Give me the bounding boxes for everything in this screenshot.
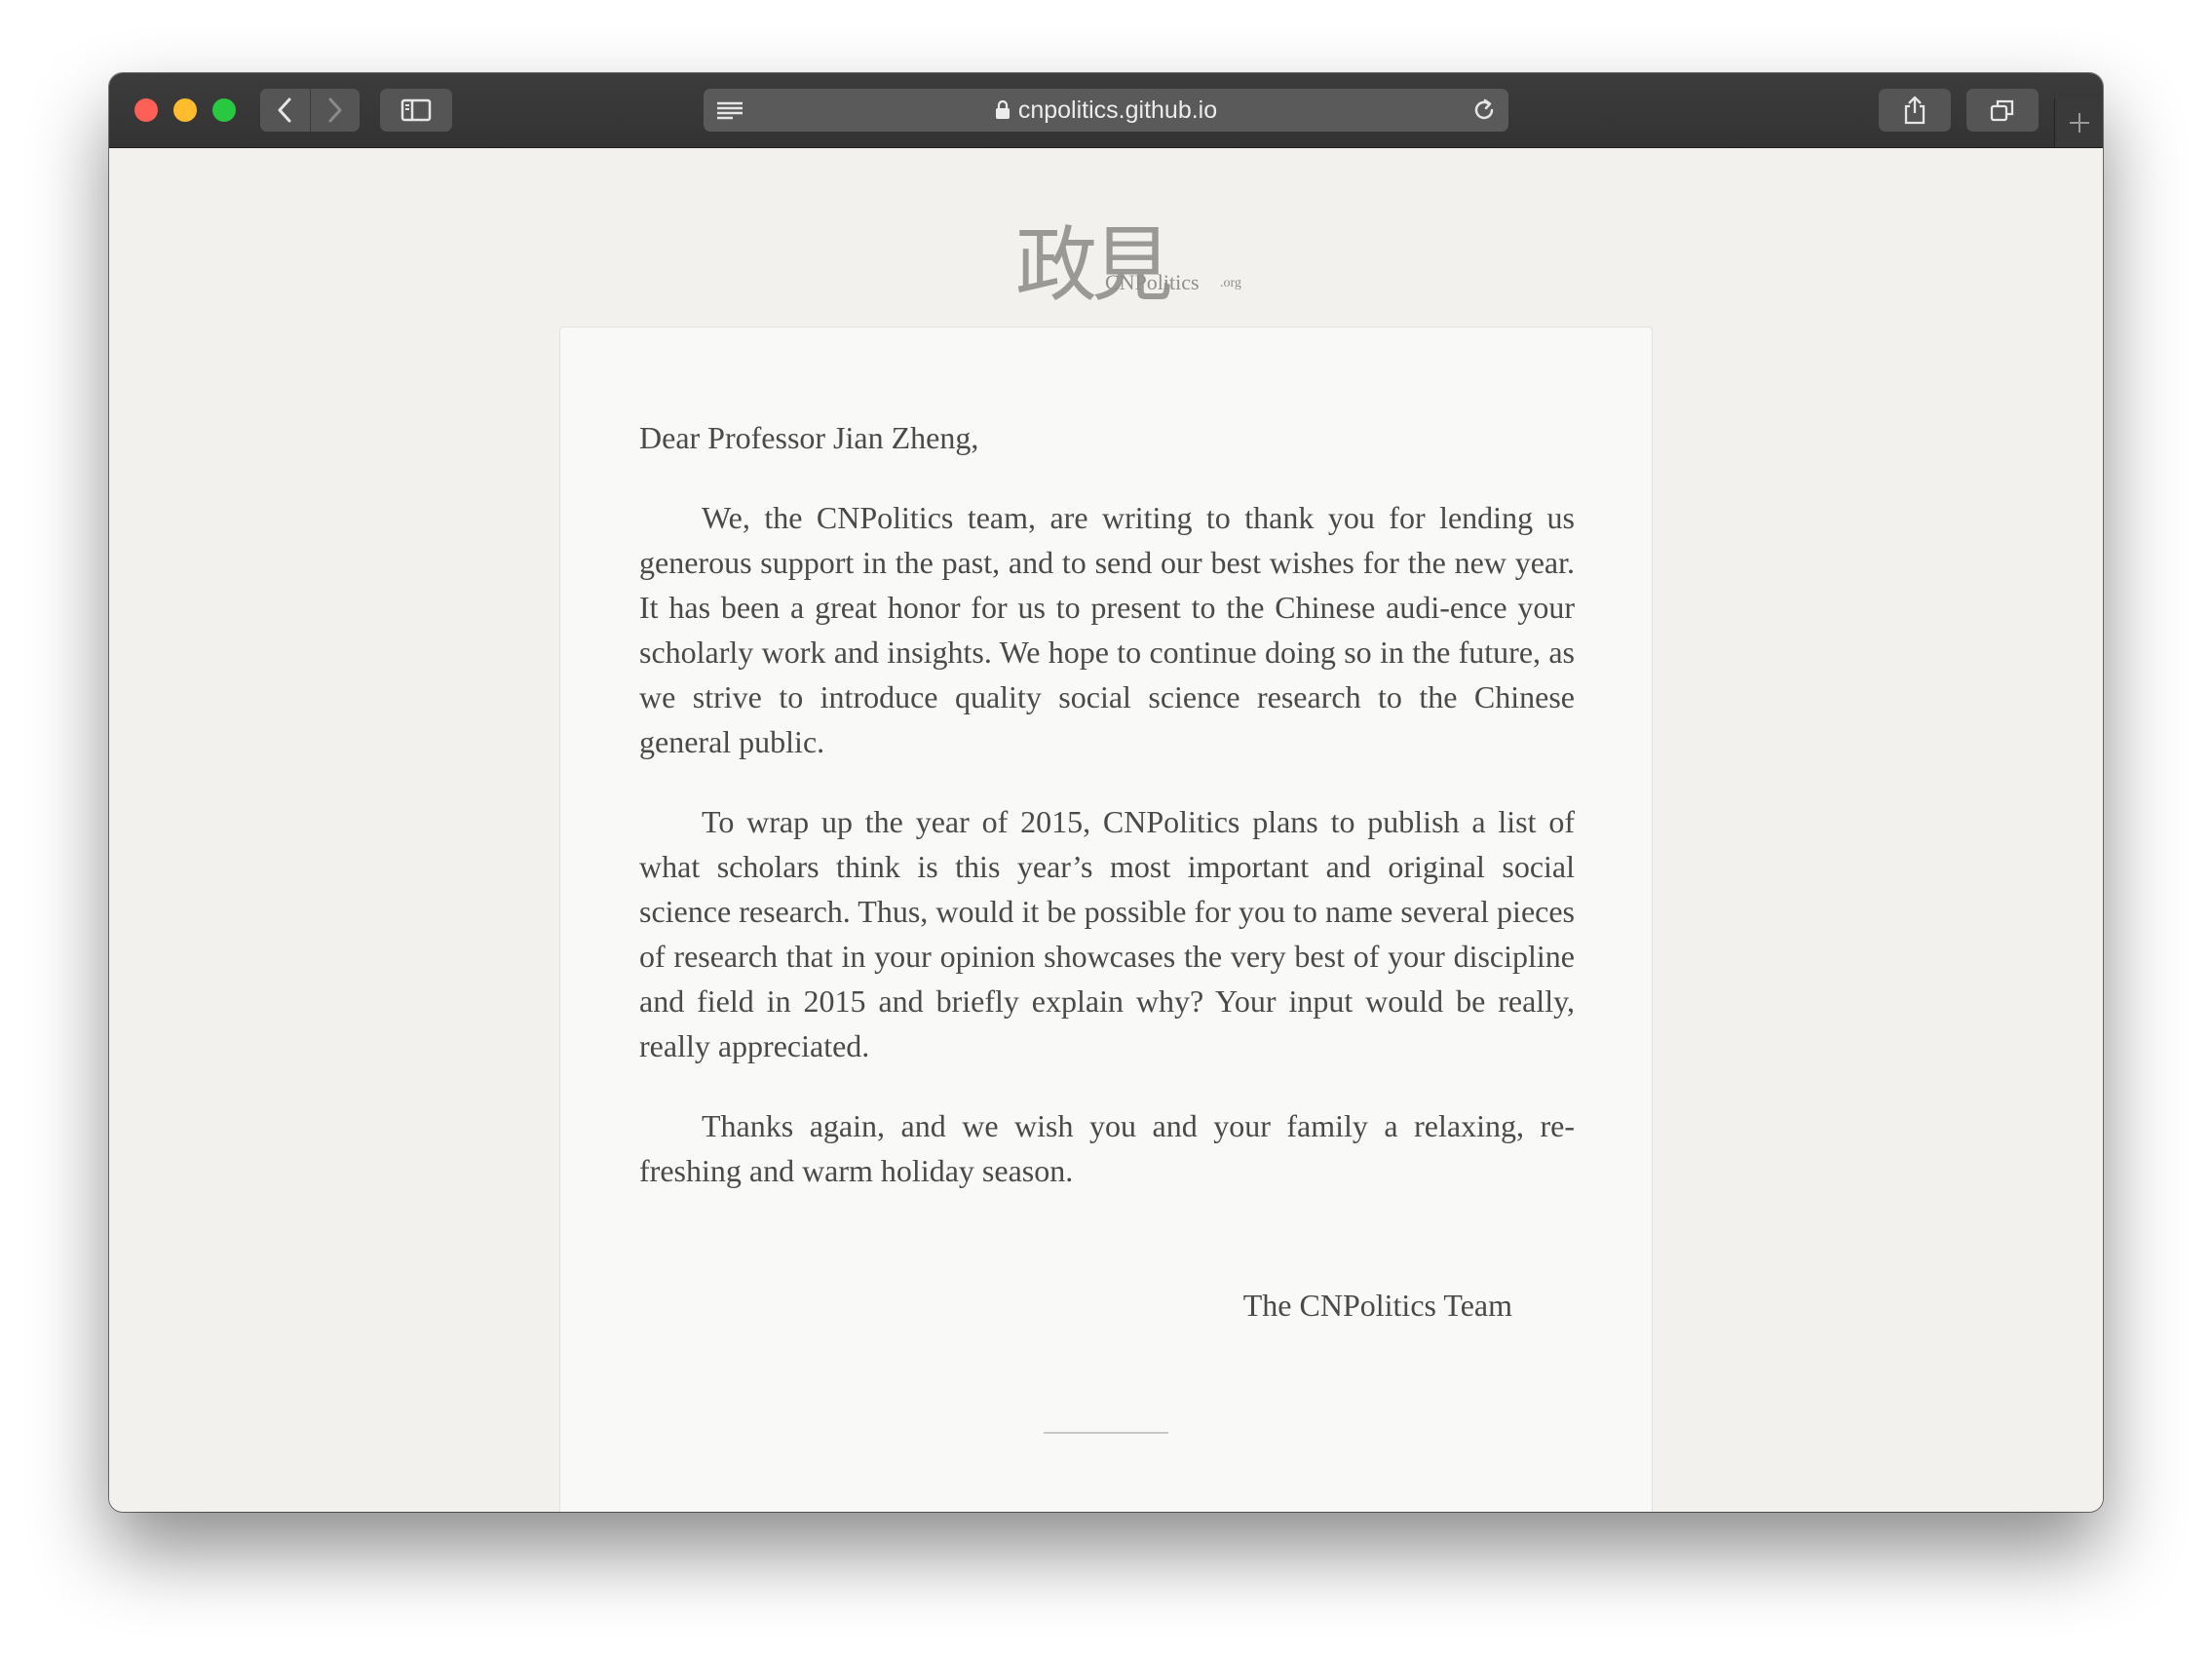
letter-paragraph: To wrap up the year of 2015, CNPolitics … [639, 804, 1575, 1063]
logo-chinese-text: 政見 [1015, 217, 1173, 313]
browser-window: cnpolitics.github.io 政見 CNPolitics .org … [109, 73, 2103, 1512]
letter-signature: The CNPolitics Team [1242, 1288, 1512, 1323]
browser-toolbar: cnpolitics.github.io [109, 73, 2103, 148]
letter-body: Dear Professor Jian Zheng, We, the CNPol… [639, 415, 1575, 1228]
back-button[interactable] [260, 89, 310, 132]
url-text: cnpolitics.github.io [1017, 96, 1218, 124]
letter-paragraph: We, the CNPolitics team, are writing to … [639, 500, 1575, 759]
letter-salutation: Dear Professor Jian Zheng, [639, 420, 979, 455]
letter-card: Dear Professor Jian Zheng, We, the CNPol… [559, 327, 1653, 1512]
chevron-left-icon [278, 97, 291, 123]
plus-icon [2070, 113, 2089, 133]
lock-icon [995, 100, 1010, 119]
logo-english-text: CNPolitics [1105, 270, 1200, 294]
site-logo[interactable]: 政見 CNPolitics .org [1015, 212, 1269, 328]
share-icon [1904, 96, 1926, 125]
maximize-window-button[interactable] [212, 98, 236, 122]
sidebar-icon [400, 98, 432, 122]
navigation-buttons [260, 89, 360, 132]
page-content: 政見 CNPolitics .org Dear Professor Jian Z… [109, 148, 2103, 1512]
new-tab-button[interactable] [2054, 98, 2103, 147]
url-display[interactable]: cnpolitics.github.io [704, 89, 1508, 132]
address-bar[interactable]: cnpolitics.github.io [704, 89, 1508, 132]
divider-line [1044, 1432, 1168, 1434]
logo-domain-suffix: .org [1220, 276, 1241, 290]
reload-icon[interactable] [1471, 97, 1497, 123]
close-window-button[interactable] [134, 98, 158, 122]
letter-paragraph: Thanks again, and we wish you and your f… [639, 1108, 1575, 1188]
minimize-window-button[interactable] [173, 98, 197, 122]
chevron-right-icon [328, 97, 342, 123]
tabs-overview-icon [1990, 99, 2014, 122]
share-button[interactable] [1879, 89, 1951, 132]
forward-button[interactable] [309, 89, 361, 132]
show-tabs-button[interactable] [1966, 89, 2039, 132]
sidebar-toggle-button[interactable] [380, 89, 452, 132]
